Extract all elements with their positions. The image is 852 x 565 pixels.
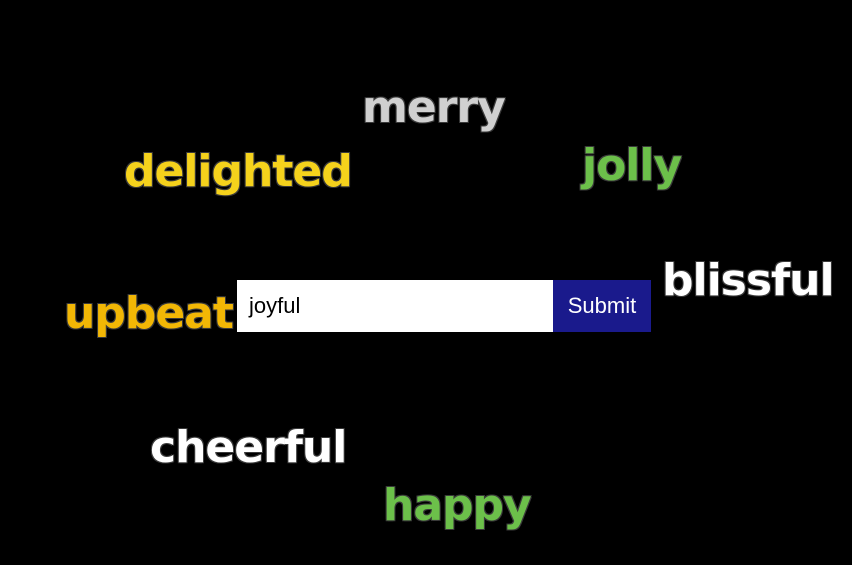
word-jolly: jolly bbox=[582, 140, 682, 191]
word-entry-form: joyful Submit bbox=[237, 280, 651, 332]
word-delighted: delighted bbox=[124, 146, 353, 197]
word-input[interactable]: joyful bbox=[237, 280, 553, 332]
word-merry: merry bbox=[362, 82, 506, 133]
submit-button[interactable]: Submit bbox=[553, 280, 651, 332]
word-cheerful: cheerful bbox=[150, 422, 347, 473]
word-happy: happy bbox=[383, 480, 532, 531]
word-cloud-stage: merry delighted jolly blissful upbeat ch… bbox=[0, 0, 852, 565]
word-upbeat: upbeat bbox=[64, 288, 234, 339]
word-blissful: blissful bbox=[662, 255, 835, 306]
